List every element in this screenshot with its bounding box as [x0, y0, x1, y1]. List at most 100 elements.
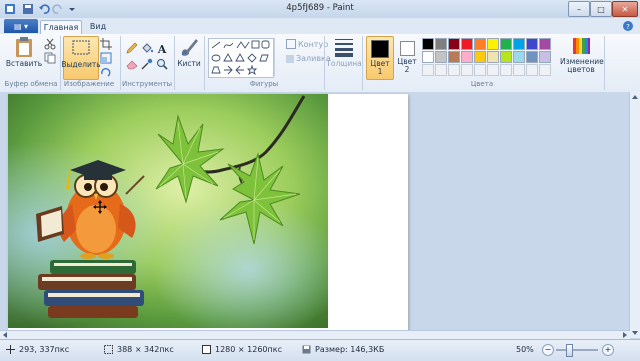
vertical-scrollbar[interactable] [629, 92, 640, 338]
resize-icon[interactable] [100, 52, 112, 64]
cut-icon[interactable] [44, 38, 56, 50]
palette-color-swatch[interactable] [461, 38, 473, 50]
palette-color-swatch[interactable] [500, 38, 512, 50]
cursor-position-text: 293, 337пкс [19, 345, 70, 354]
tools-group-label: Инструменты [121, 80, 173, 88]
magnifier-icon[interactable] [156, 58, 168, 70]
maximize-button[interactable]: □ [590, 1, 612, 17]
palette-color-swatch[interactable] [513, 38, 525, 50]
palette-color-swatch[interactable] [539, 51, 551, 63]
size-button[interactable]: Толщина [326, 36, 362, 78]
shapes-scroll[interactable] [274, 38, 283, 76]
palette-color-swatch[interactable] [487, 38, 499, 50]
brush-icon [181, 39, 198, 56]
palette-color-swatch[interactable] [526, 38, 538, 50]
color1-button[interactable]: Цвет 1 [366, 36, 394, 80]
color2-swatch [399, 41, 415, 56]
window-title: 4p5fJ689 - Paint [286, 3, 354, 13]
custom-color-slot[interactable] [448, 64, 460, 76]
custom-color-slot[interactable] [513, 64, 525, 76]
disk-icon [302, 345, 311, 354]
color2-label: Цвет 2 [397, 57, 417, 74]
custom-color-slot[interactable] [422, 64, 434, 76]
help-icon[interactable]: ? [622, 20, 634, 32]
cursor-position: 293, 337пкс [6, 345, 69, 354]
color1-label: Цвет 1 [370, 59, 390, 76]
eraser-icon[interactable] [126, 58, 138, 70]
file-size-text: Размер: 146,3КБ [315, 345, 385, 354]
custom-color-slot[interactable] [539, 64, 551, 76]
image-group-label: Изображение [63, 80, 115, 88]
color1-swatch [371, 40, 389, 58]
palette-color-swatch[interactable] [474, 38, 486, 50]
group-separator [174, 36, 175, 90]
minimize-button[interactable]: – [568, 1, 590, 17]
palette-color-swatch[interactable] [422, 51, 434, 63]
edit-colors-label: Изменение цветов [560, 57, 604, 74]
line-thickness-icon [335, 39, 353, 57]
color-spectrum-icon [573, 38, 590, 54]
scroll-down-icon[interactable] [631, 329, 639, 337]
custom-color-slot[interactable] [461, 64, 473, 76]
select-button[interactable]: Выделить [61, 36, 101, 80]
svg-text:A: A [157, 43, 167, 54]
palette-color-swatch[interactable] [474, 51, 486, 63]
selection-size: 388 × 342пкс [104, 345, 174, 354]
custom-color-slot[interactable] [500, 64, 512, 76]
palette-color-swatch[interactable] [513, 51, 525, 63]
tab-home[interactable]: Главная [40, 20, 82, 35]
zoom-in-button[interactable]: + [602, 344, 614, 356]
outline-icon [286, 39, 296, 49]
scroll-left-icon[interactable] [1, 331, 9, 339]
brushes-button[interactable]: Кисти [176, 36, 202, 78]
custom-color-slot[interactable] [435, 64, 447, 76]
file-menu-button[interactable]: ▤ ▾ [4, 19, 38, 33]
scroll-right-icon[interactable] [621, 331, 629, 339]
palette-color-swatch[interactable] [461, 51, 473, 63]
svg-text:?: ? [626, 23, 630, 31]
ribbon-tab-row: ▤ ▾ Главная Вид ? [0, 18, 640, 35]
scroll-up-icon[interactable] [631, 93, 639, 101]
pencil-icon[interactable] [126, 42, 138, 54]
image-size: 1280 × 1260пкс [202, 345, 282, 354]
text-tool-icon[interactable]: A [156, 42, 168, 56]
paste-button[interactable]: Вставить [6, 36, 42, 78]
zoom-level-text: 50% [516, 345, 534, 354]
crop-icon[interactable] [100, 38, 112, 50]
selection-icon [104, 345, 113, 354]
selection-rectangle-icon [72, 40, 90, 55]
palette-color-swatch[interactable] [448, 51, 460, 63]
custom-color-slot[interactable] [526, 64, 538, 76]
palette-color-swatch[interactable] [526, 51, 538, 63]
palette-color-swatch[interactable] [435, 38, 447, 50]
palette-color-swatch[interactable] [448, 38, 460, 50]
copy-icon[interactable] [44, 52, 56, 64]
drawing-canvas[interactable] [8, 94, 408, 334]
fill-bucket-icon[interactable] [141, 42, 154, 54]
shapes-gallery[interactable] [208, 38, 274, 78]
edit-colors-button[interactable]: Изменение цветов [560, 36, 604, 78]
custom-color-slot[interactable] [474, 64, 486, 76]
palette-color-swatch[interactable] [435, 51, 447, 63]
image-size-icon [202, 345, 211, 354]
zoom-slider-thumb[interactable] [566, 344, 573, 357]
owl-picture [8, 94, 328, 328]
close-button[interactable]: ✕ [612, 1, 638, 17]
rotate-icon[interactable] [100, 66, 112, 78]
custom-color-slot[interactable] [487, 64, 499, 76]
group-separator [324, 36, 325, 90]
zoom-slider-track[interactable] [556, 349, 598, 351]
color2-button[interactable]: Цвет 2 [395, 36, 419, 78]
palette-color-swatch[interactable] [539, 38, 551, 50]
color-picker-icon[interactable] [141, 58, 153, 70]
ribbon: Вставить Буфер обмена Выделить Изображен… [0, 34, 640, 93]
tab-view[interactable]: Вид [84, 20, 112, 34]
zoom-out-button[interactable]: − [542, 344, 554, 356]
outline-dropdown[interactable]: Контур [286, 39, 328, 49]
crosshair-icon [6, 345, 15, 354]
palette-color-swatch[interactable] [422, 38, 434, 50]
palette-color-swatch[interactable] [487, 51, 499, 63]
palette-color-swatch[interactable] [500, 51, 512, 63]
zoom-level: 50% [516, 345, 534, 354]
selection-size-text: 388 × 342пкс [117, 345, 174, 354]
